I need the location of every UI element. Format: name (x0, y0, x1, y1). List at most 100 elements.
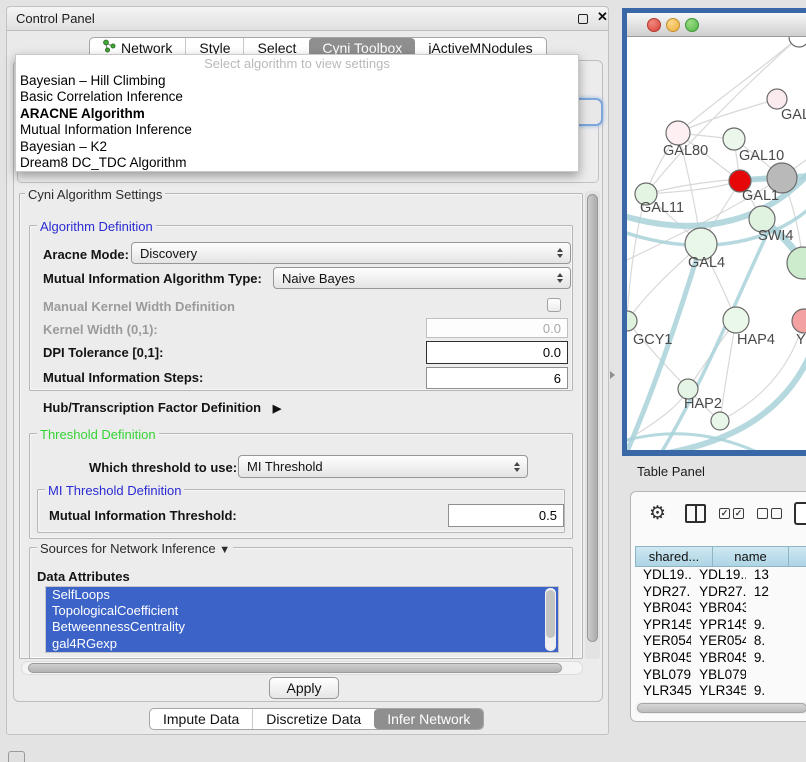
float-window-icon[interactable] (578, 14, 588, 24)
control-panel-title: Control Panel (16, 11, 95, 26)
mi-threshold-label: Mutual Information Threshold: (49, 508, 237, 523)
which-threshold-value: MI Threshold (247, 459, 323, 474)
kernel-width-field[interactable]: 0.0 (426, 318, 568, 338)
mi-threshold-field[interactable]: 0.5 (448, 504, 564, 527)
network-node[interactable] (711, 412, 729, 430)
table-row[interactable]: YDR27...YDR27...12 (635, 584, 806, 601)
algorithm-popup: Select algorithm to view settings Bayesi… (15, 54, 579, 172)
table-cell (746, 600, 806, 617)
table-header-row: shared...nameA (635, 546, 806, 567)
combo-arrows-icon (557, 243, 563, 263)
table-row[interactable]: YBR045CYBR045C9. (635, 650, 806, 667)
table-row[interactable]: YBL079WYBL079W (635, 667, 806, 684)
table-cell: 12 (746, 584, 806, 601)
settings-horizontal-scrollbar[interactable] (21, 661, 583, 675)
column-header-shared[interactable]: shared... (635, 546, 713, 567)
bottom-tab-impute-data[interactable]: Impute Data (150, 709, 252, 729)
settings-group-title: Cyni Algorithm Settings (25, 187, 165, 202)
table-row[interactable]: YBR043CYBR043C (635, 600, 806, 617)
panel-divider-grip[interactable] (610, 371, 615, 379)
checked-box-icon: ✓ (719, 508, 730, 519)
bottom-tab-infer-network[interactable]: Infer Network (374, 709, 483, 729)
table-horizontal-scrollbar[interactable] (635, 702, 806, 714)
node-label-gal11: GAL11 (640, 200, 684, 216)
table-row[interactable]: YLR345WYLR345W9. (635, 683, 806, 697)
close-traffic-light-icon[interactable] (647, 18, 661, 32)
table-cell: YDL19... (691, 567, 746, 584)
network-window-titlebar[interactable] (627, 13, 806, 37)
network-node-gcy1[interactable] (627, 311, 637, 331)
table-row[interactable]: YER054CYER054C8. (635, 633, 806, 650)
attributes-list-scrollbar[interactable] (545, 588, 556, 651)
column-header-a[interactable]: A (789, 546, 806, 567)
control-panel-window: Control Panel ✕ NetworkStyleSelectCyni T… (6, 6, 609, 735)
manual-kernel-checkbox[interactable] (547, 298, 561, 312)
network-graph[interactable]: GALGAL80GAL10GAL1GAL11SWI4GAL4GCY1HAP4YH… (627, 37, 806, 450)
columns-icon[interactable] (685, 504, 706, 523)
attributes-scrollbar-thumb[interactable] (546, 590, 555, 638)
node-label-hap2: HAP2 (684, 396, 722, 412)
network-node[interactable] (787, 247, 806, 279)
network-node-gal[interactable] (767, 89, 787, 109)
settings-vertical-scrollbar[interactable] (585, 191, 600, 659)
corner-grip-icon[interactable] (8, 751, 25, 762)
network-node-hap4[interactable] (723, 307, 749, 333)
deselect-all-icon[interactable] (757, 508, 782, 519)
node-label-gal: GAL (781, 107, 806, 123)
bottom-tab-label: Discretize Data (266, 708, 361, 730)
attribute-item-gal4rgexp[interactable]: gal4RGexp (46, 636, 558, 652)
algorithm-item-aracne-algorithm[interactable]: ARACNE Algorithm (16, 106, 578, 122)
data-attributes-label: Data Attributes (37, 569, 130, 584)
attribute-item-selfloops[interactable]: SelfLoops (46, 587, 558, 603)
table-rows: YDL19...YDL19...13YDR27...YDR27...12YBR0… (635, 567, 806, 697)
select-all-icon[interactable]: ✓ ✓ (719, 508, 744, 519)
algorithm-item-bayesian-hill-climbing[interactable]: Bayesian – Hill Climbing (16, 73, 578, 89)
zoom-traffic-light-icon[interactable] (685, 18, 699, 32)
aracne-mode-select[interactable]: Discovery (131, 242, 571, 264)
gear-icon[interactable]: ⚙ (649, 502, 666, 525)
table-cell: 8. (746, 633, 806, 650)
network-canvas[interactable]: GALGAL80GAL10GAL1GAL11SWI4GAL4GCY1HAP4YH… (627, 37, 806, 450)
settings-vscroll-thumb[interactable] (587, 194, 598, 642)
dpi-tolerance-field[interactable]: 0.0 (426, 341, 568, 364)
table-row[interactable]: YDL19...YDL19...13 (635, 567, 806, 584)
close-icon[interactable]: ✕ (597, 9, 608, 25)
minimize-traffic-light-icon[interactable] (666, 18, 680, 32)
table-function-icon[interactable] (794, 502, 806, 525)
network-node-gal80[interactable] (666, 121, 690, 145)
hub-definition-expander[interactable]: Hub/Transcription Factor Definition ▶ (43, 400, 281, 415)
mi-steps-field[interactable]: 6 (426, 367, 568, 389)
attribute-item-topologicalcoefficient[interactable]: TopologicalCoefficient (46, 603, 558, 619)
algorithm-item-basic-correlation-inference[interactable]: Basic Correlation Inference (16, 89, 578, 105)
bottom-tab-label: Infer Network (387, 708, 470, 730)
algorithm-item-dream8-dc-tdc-algorithm[interactable]: Dream8 DC_TDC Algorithm (16, 155, 578, 171)
algorithm-popup-list: Bayesian – Hill ClimbingBasic Correlatio… (16, 73, 578, 171)
table-row[interactable]: YPR145WYPR145W9. (635, 617, 806, 634)
collapsed-arrow-icon: ▶ (273, 403, 281, 415)
dpi-tolerance-label: DPI Tolerance [0,1]: (43, 345, 163, 360)
mi-algorithm-type-select[interactable]: Naive Bayes (273, 267, 571, 289)
settings-hscroll-thumb[interactable] (28, 663, 562, 673)
checked-box-icon: ✓ (733, 508, 744, 519)
which-threshold-select[interactable]: MI Threshold (238, 455, 528, 478)
node-label-hap4: HAP4 (737, 332, 775, 348)
network-edge[interactable] (646, 181, 740, 194)
network-node-gal10[interactable] (723, 128, 745, 150)
bottom-tab-discretize-data[interactable]: Discretize Data (252, 709, 374, 729)
algorithm-item-mutual-information-inference[interactable]: Mutual Information Inference (16, 122, 578, 138)
sources-group-title[interactable]: Sources for Network Inference ▼ (37, 541, 233, 556)
hub-definition-label: Hub/Transcription Factor Definition (43, 400, 261, 415)
table-cell: YER054C (691, 633, 746, 650)
table-cell: YDR27... (691, 584, 746, 601)
apply-button[interactable]: Apply (269, 677, 339, 699)
algorithm-item-bayesian-k2[interactable]: Bayesian – K2 (16, 139, 578, 155)
combo-arrows-icon (514, 456, 520, 477)
attribute-item-betweennesscentrality[interactable]: BetweennessCentrality (46, 619, 558, 635)
column-header-name[interactable]: name (713, 546, 789, 567)
network-node-y[interactable] (792, 309, 806, 333)
network-node[interactable] (789, 37, 806, 47)
table-hscroll-thumb[interactable] (637, 703, 806, 713)
manual-kernel-label: Manual Kernel Width Definition (43, 299, 235, 314)
table-cell: 9. (746, 650, 806, 667)
control-panel-titlebar[interactable]: Control Panel ✕ (7, 7, 608, 31)
